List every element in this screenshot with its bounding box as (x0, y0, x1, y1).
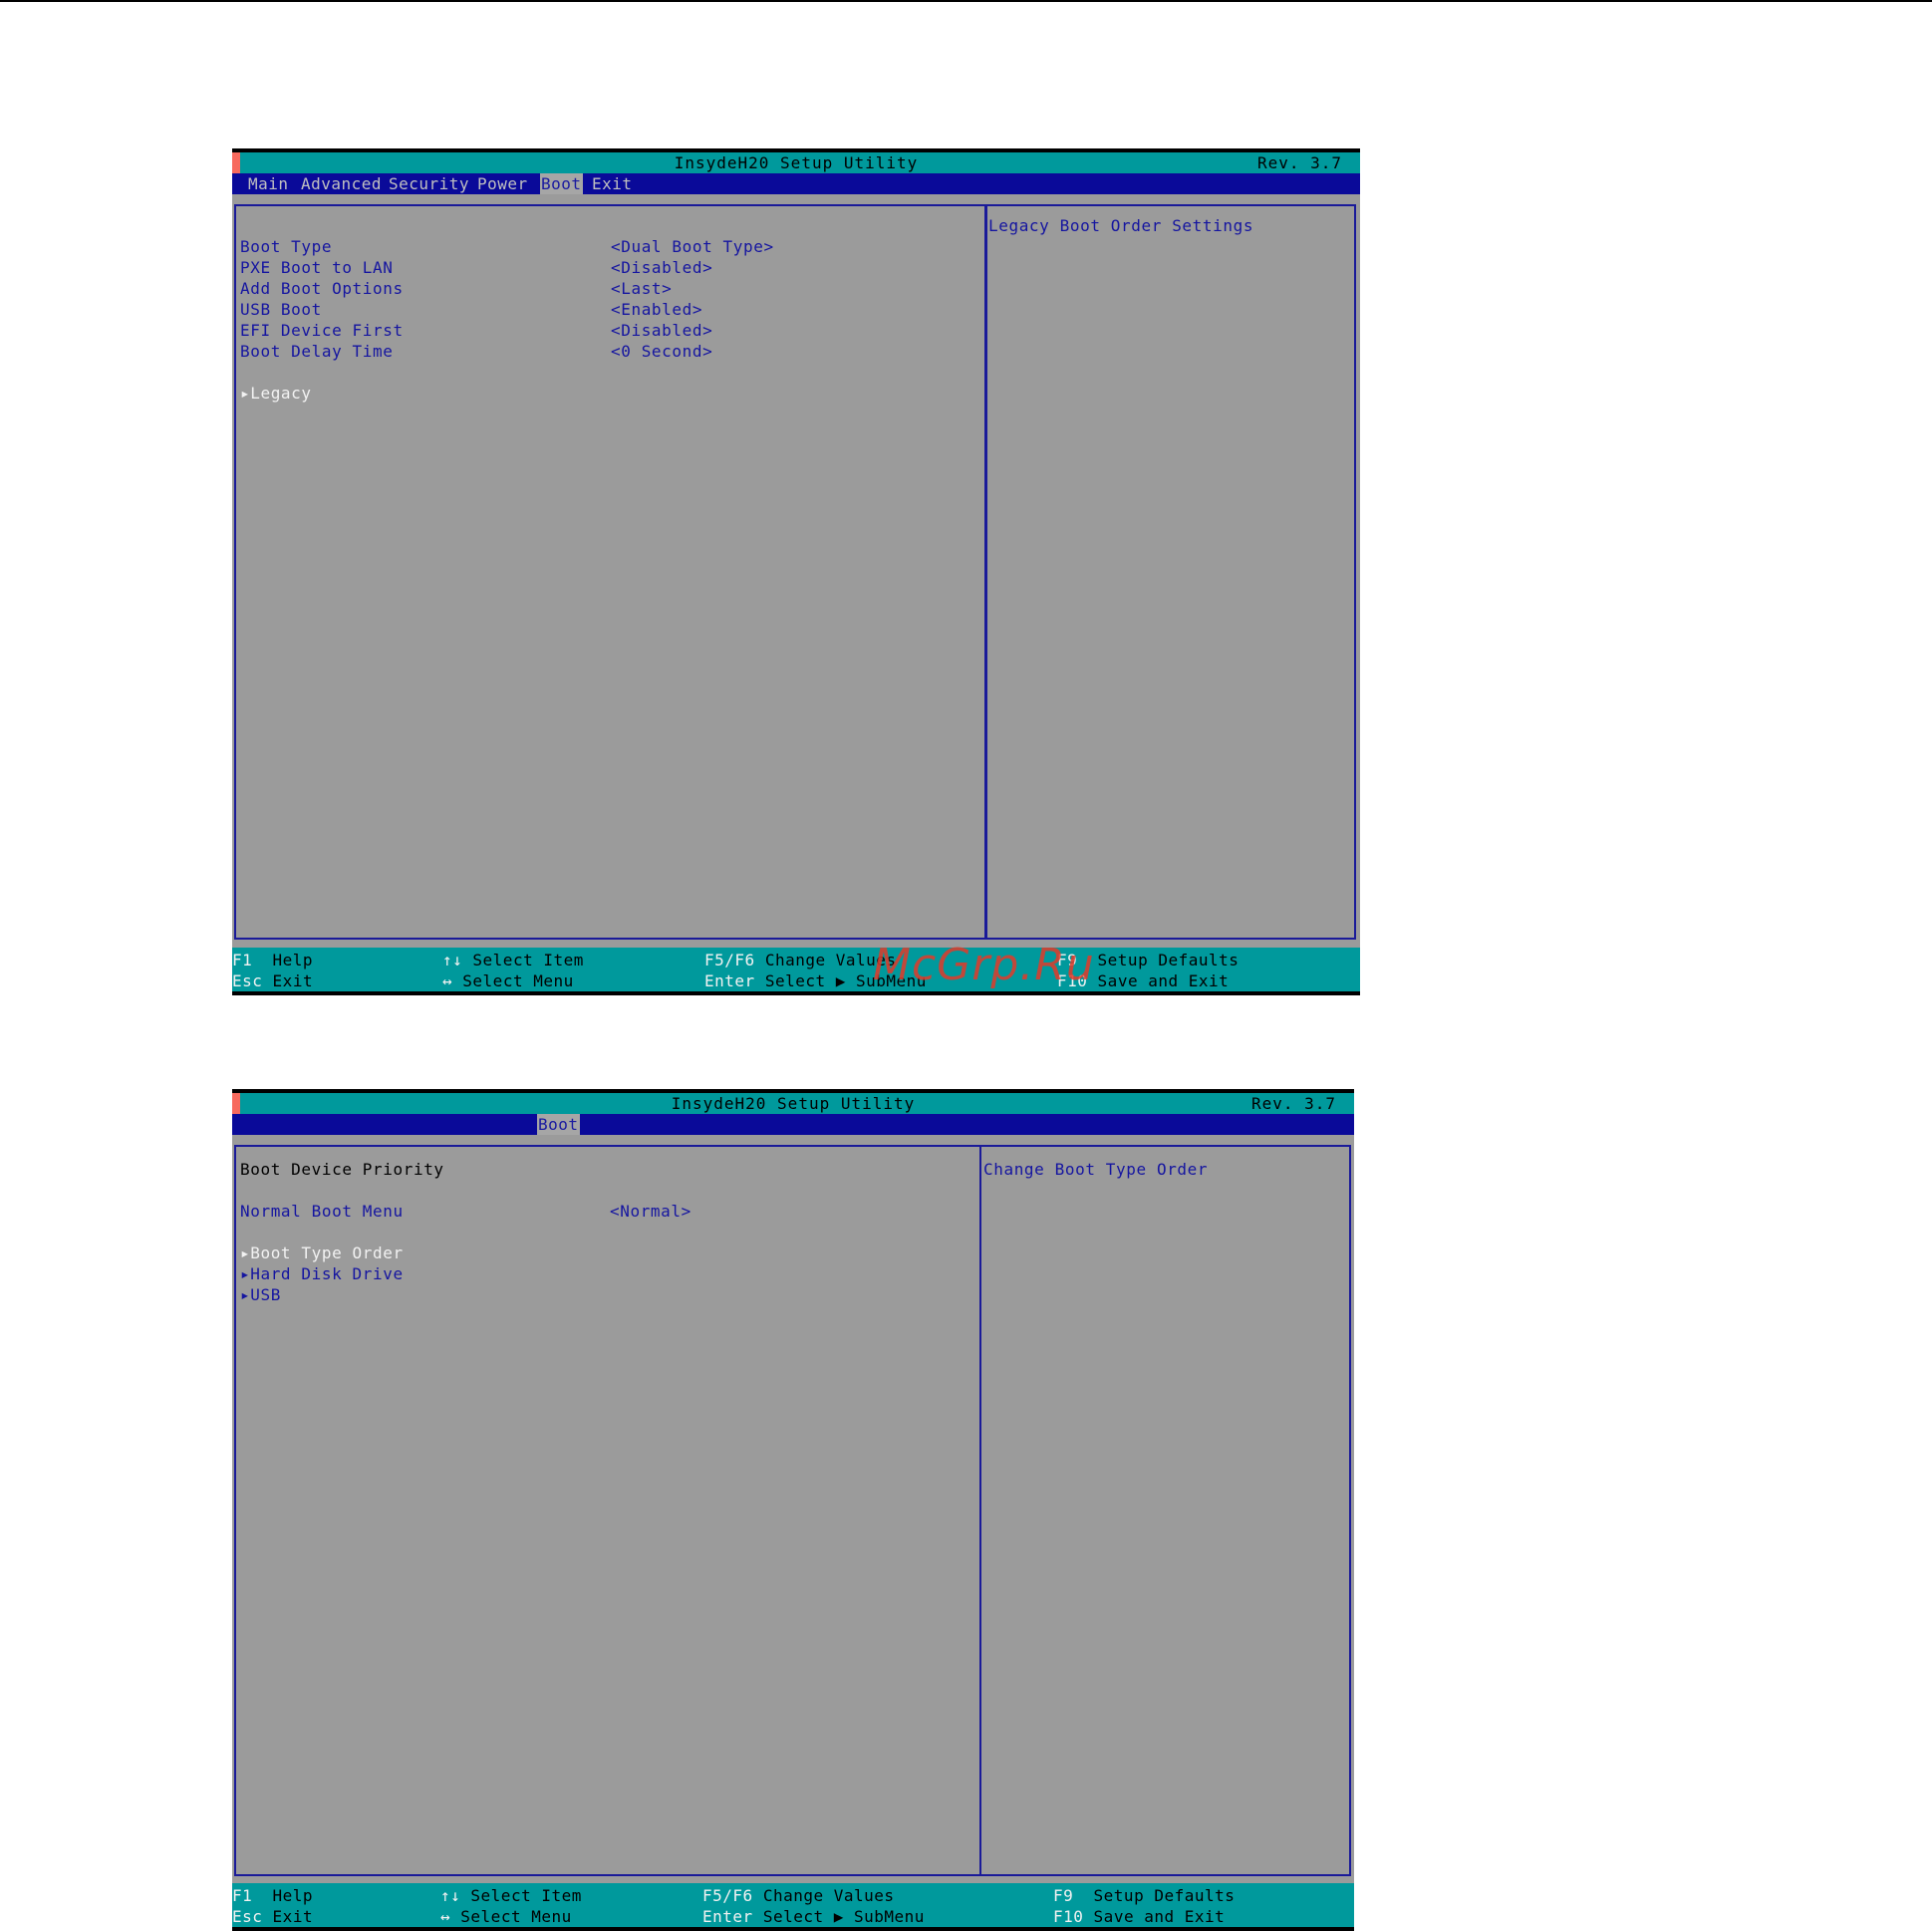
menu-security[interactable]: Security (388, 173, 470, 194)
setting-boot-type-value[interactable]: <Dual Boot Type> (611, 237, 774, 257)
menu-advanced[interactable]: Advanced (300, 173, 383, 194)
menu-main[interactable]: Main (247, 173, 290, 194)
setting-normal-boot-menu-value[interactable]: <Normal> (610, 1202, 691, 1222)
menu-boot[interactable]: Boot (537, 1114, 580, 1135)
submenu-arrow-icon: ▸ (240, 1264, 251, 1283)
submenu-boot-type-order-label: Boot Type Order (250, 1243, 404, 1262)
setting-efi-device-first-label: EFI Device First (240, 321, 404, 340)
hint-select-menu: ↔ Select Menu (442, 971, 574, 990)
settings-panel: Boot Device Priority Normal Boot Menu <N… (234, 1145, 981, 1876)
hint-change-values: F5/F6 Change Values (702, 1886, 895, 1905)
help-panel: Change Boot Type Order (979, 1145, 1351, 1876)
revision-label: Rev. 3.7 (1250, 1094, 1336, 1113)
setting-efi-device-first-value[interactable]: <Disabled> (611, 321, 712, 341)
menu-bar: Boot (232, 1114, 1354, 1135)
watermark: McGrp.Ru (873, 940, 1095, 990)
submenu-arrow-icon: ▸ (240, 384, 251, 403)
submenu-arrow-icon: ▸ (240, 1285, 251, 1304)
window-title: InsydeH20 Setup Utility (671, 1094, 916, 1113)
submenu-boot-type-order[interactable]: ▸Boot Type Order (240, 1243, 404, 1263)
hint-enter-submenu: Enter Select ▶ SubMenu (702, 1907, 925, 1926)
setting-pxe-boot-value[interactable]: <Disabled> (611, 258, 712, 278)
setting-usb-boot-value[interactable]: <Enabled> (611, 300, 702, 320)
menu-exit[interactable]: Exit (591, 173, 634, 194)
submenu-usb[interactable]: ▸USB (240, 1285, 281, 1305)
bios-screen-boot: InsydeH20 Setup Utility Rev. 3.7 Main Ad… (232, 148, 1360, 995)
settings-panel: Boot Type <Dual Boot Type> PXE Boot to L… (234, 204, 987, 940)
hint-select-item: ↑↓ Select Item (442, 951, 584, 969)
submenu-legacy[interactable]: ▸Legacy (240, 384, 312, 404)
menu-power[interactable]: Power (476, 173, 529, 194)
hint-f1: F1 Help (232, 1886, 314, 1905)
revision-label: Rev. 3.7 (1256, 153, 1342, 172)
bios-screen-boot-priority: InsydeH20 Setup Utility Rev. 3.7 Boot Bo… (232, 1089, 1354, 1931)
help-text: Change Boot Type Order (983, 1160, 1209, 1179)
setting-boot-delay-value[interactable]: <0 Second> (611, 342, 712, 362)
menu-boot[interactable]: Boot (540, 173, 583, 194)
window-title: InsydeH20 Setup Utility (674, 153, 919, 172)
hint-f1: F1 Help (232, 951, 314, 969)
title-bar: InsydeH20 Setup Utility Rev. 3.7 (232, 148, 1360, 173)
page-top-rule (0, 0, 1932, 2)
setting-add-boot-options-value[interactable]: <Last> (611, 279, 672, 299)
menu-bar: Main Advanced Security Power Boot Exit (232, 173, 1360, 194)
hint-save-exit: F10 Save and Exit (1053, 1907, 1226, 1926)
setting-boot-delay-label: Boot Delay Time (240, 342, 394, 361)
section-header: Boot Device Priority (240, 1160, 444, 1179)
status-bar: F1 Help Esc Exit ↑↓ Select Item ↔ Select… (232, 948, 1360, 995)
setting-add-boot-options-label: Add Boot Options (240, 279, 404, 298)
setting-pxe-boot-label: PXE Boot to LAN (240, 258, 394, 277)
setting-normal-boot-menu-label: Normal Boot Menu (240, 1202, 404, 1221)
submenu-arrow-icon: ▸ (240, 1243, 251, 1262)
help-panel: Legacy Boot Order Settings (984, 204, 1356, 940)
setting-boot-type-label: Boot Type (240, 237, 333, 256)
hint-select-menu: ↔ Select Menu (440, 1907, 572, 1926)
status-bar: F1 Help Esc Exit ↑↓ Select Item ↔ Select… (232, 1883, 1354, 1931)
submenu-hard-disk-drive-label: Hard Disk Drive (250, 1264, 404, 1283)
title-bar: InsydeH20 Setup Utility Rev. 3.7 (232, 1089, 1354, 1114)
hint-esc: Esc Exit (232, 1907, 314, 1926)
submenu-hard-disk-drive[interactable]: ▸Hard Disk Drive (240, 1264, 404, 1284)
hint-esc: Esc Exit (232, 971, 314, 990)
hint-setup-defaults: F9 Setup Defaults (1053, 1886, 1236, 1905)
hint-select-item: ↑↓ Select Item (440, 1886, 582, 1905)
hint-change-values: F5/F6 Change Values (704, 951, 897, 969)
submenu-legacy-label: Legacy (250, 384, 312, 403)
help-text: Legacy Boot Order Settings (988, 216, 1254, 235)
submenu-usb-label: USB (250, 1285, 281, 1304)
setting-usb-boot-label: USB Boot (240, 300, 322, 319)
